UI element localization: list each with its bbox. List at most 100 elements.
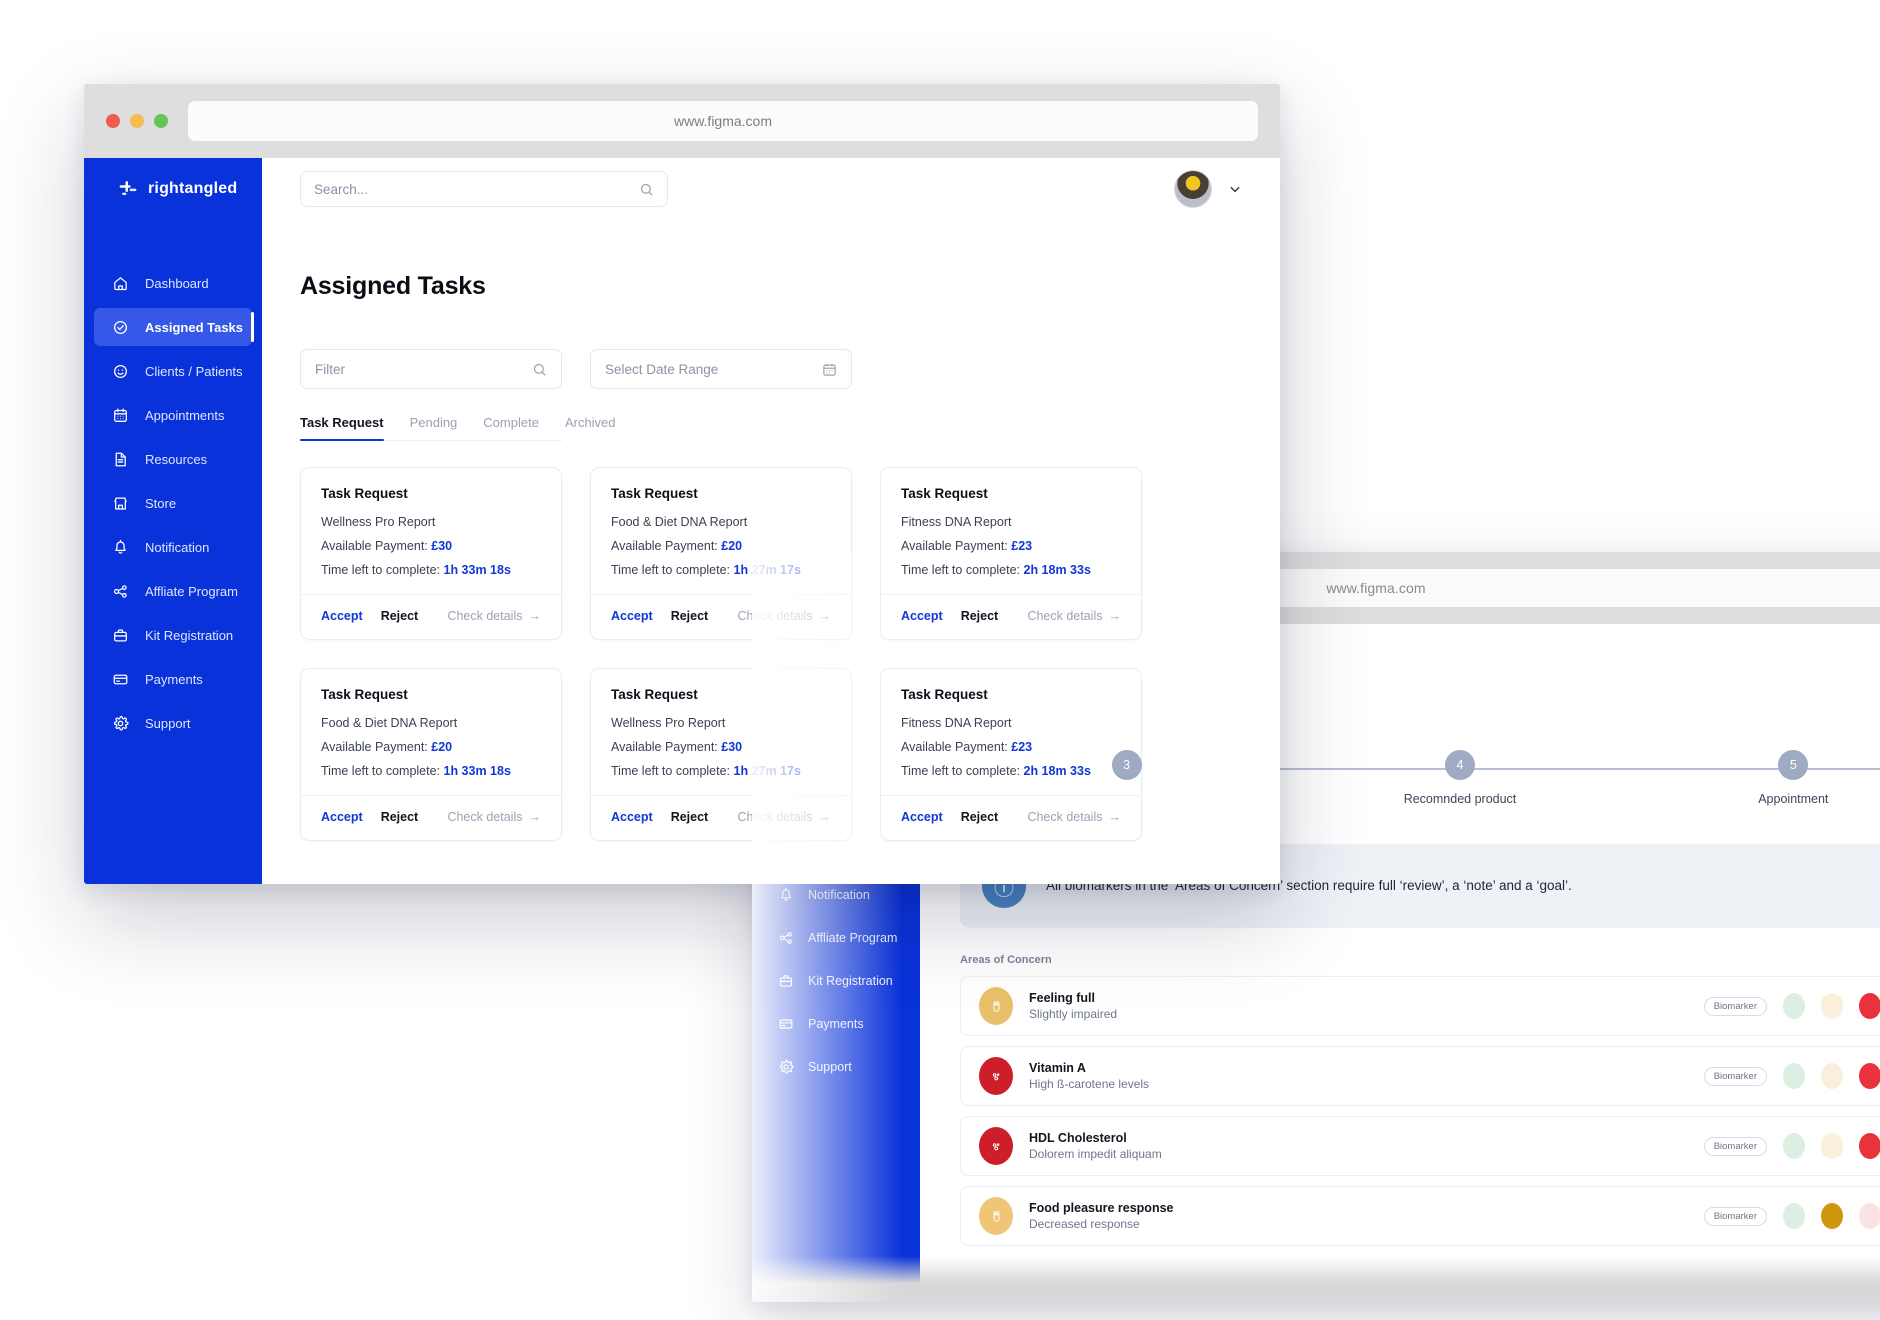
filter-input[interactable]: [315, 361, 524, 377]
sidebar-nav: Dashboard Assigned Tasks Clients / Patient…: [84, 264, 262, 742]
date-range-box[interactable]: [590, 349, 852, 389]
status-dot[interactable]: [1821, 993, 1843, 1019]
briefcase-icon: [114, 628, 127, 642]
card-payment-row: Available Payment: £23: [901, 740, 1121, 754]
tab-archived[interactable]: Archived: [565, 415, 616, 440]
card-time-row: Time left to complete: 1h 27m 17s: [611, 764, 831, 778]
foreground-browser-window[interactable]: www.figma.com rightangled Dashboard Assig…: [84, 84, 1280, 884]
url-bar[interactable]: www.figma.com: [188, 101, 1258, 141]
accept-button[interactable]: Accept: [321, 609, 363, 623]
biomarker-row[interactable]: Food pleasure response Decreased response…: [960, 1186, 1880, 1246]
sidebar-item-label: Appointments: [145, 407, 225, 423]
calendar-icon: [823, 363, 836, 376]
biomarker-texts: Food pleasure response Decreased response: [1029, 1201, 1688, 1231]
sidebar-item-kit-registration[interactable]: Kit Registration: [94, 616, 252, 654]
top-header: [262, 158, 1280, 220]
status-dot[interactable]: [1783, 1063, 1805, 1089]
accept-button[interactable]: Accept: [611, 810, 653, 824]
avatar[interactable]: [1174, 170, 1212, 208]
status-dot[interactable]: [1783, 1133, 1805, 1159]
back-sidebar-item-kit-registration[interactable]: Kit Registration: [764, 963, 908, 999]
minimize-window-dot[interactable]: [130, 114, 144, 128]
accept-button[interactable]: Accept: [611, 609, 653, 623]
check-details-link[interactable]: Check details →: [737, 810, 831, 824]
stepper-step[interactable]: 5 Appointment: [1627, 750, 1880, 814]
tab-task-request[interactable]: Task Request: [300, 415, 384, 441]
reject-button[interactable]: Reject: [961, 609, 999, 623]
status-dot[interactable]: [1859, 1133, 1880, 1159]
filter-box[interactable]: [300, 349, 562, 389]
sidebar-item-payments[interactable]: Payments: [94, 660, 252, 698]
card-report-name: Fitness DNA Report: [901, 515, 1012, 529]
biomarker-desc: Slightly impaired: [1029, 1007, 1118, 1021]
status-dot[interactable]: [1859, 993, 1880, 1019]
task-request-card[interactable]: Task Request Fitness DNA Report Available …: [880, 467, 1142, 640]
status-dot[interactable]: [1821, 1063, 1843, 1089]
stepper-number: 3: [1111, 750, 1142, 780]
reject-button[interactable]: Reject: [671, 609, 709, 623]
stepper-label: Appointment: [1758, 792, 1829, 806]
payment-value: £23: [1011, 740, 1033, 754]
card-body: Task Request Fitness DNA Report Available …: [881, 669, 1141, 795]
biomarker-texts: HDL Cholesterol Dolorem impedit aliquam: [1029, 1131, 1688, 1161]
biomarker-row[interactable]: HDL Cholesterol Dolorem impedit aliquam Bi…: [960, 1116, 1880, 1176]
status-dot[interactable]: [1783, 993, 1805, 1019]
gear-icon: [113, 715, 129, 731]
sidebar-item-store[interactable]: Store: [94, 484, 252, 522]
window-controls[interactable]: [106, 114, 168, 128]
reject-button[interactable]: Reject: [381, 810, 419, 824]
bell-icon: [781, 887, 791, 901]
task-request-card[interactable]: Task Request Wellness Pro Report Available…: [590, 668, 852, 841]
search-input[interactable]: [314, 181, 631, 197]
accept-button[interactable]: Accept: [321, 810, 363, 824]
sidebar-item-affliate-program[interactable]: Affliate Program: [94, 572, 252, 610]
tab-complete[interactable]: Complete: [483, 415, 539, 440]
accept-button[interactable]: Accept: [901, 810, 943, 824]
check-details-link[interactable]: Check details →: [1027, 810, 1121, 824]
reject-button[interactable]: Reject: [671, 810, 709, 824]
brand[interactable]: rightangled: [84, 158, 262, 220]
reject-button[interactable]: Reject: [961, 810, 999, 824]
page-title: Assigned Tasks: [300, 272, 486, 300]
biomarker-row[interactable]: Feeling fullSlightly impairedBiomarkerSt…: [960, 976, 1880, 1036]
reject-button[interactable]: Reject: [381, 609, 419, 623]
time-value: 1h 33m 18s: [443, 563, 511, 577]
task-request-card[interactable]: Task Request Wellness Pro Report Available…: [300, 467, 562, 640]
time-value: 1h 33m 18s: [443, 764, 511, 778]
back-sidebar-item-support[interactable]: Support: [764, 1049, 908, 1085]
task-request-card[interactable]: Task Request Food & Diet DNA Report Availa…: [590, 467, 852, 640]
sidebar-item-notification[interactable]: Notification: [94, 528, 252, 566]
sidebar-item-dashboard[interactable]: Dashboard: [94, 264, 252, 302]
accept-button[interactable]: Accept: [901, 609, 943, 623]
status-dot[interactable]: [1783, 1203, 1805, 1229]
check-details-link[interactable]: Check details →: [447, 609, 541, 623]
back-sidebar-item-affliate-program[interactable]: Affliate Program: [764, 920, 908, 956]
search-box[interactable]: [300, 171, 668, 207]
date-range-input[interactable]: [605, 361, 814, 377]
sidebar-item-clients-patients[interactable]: Clients / Patients: [94, 352, 252, 390]
status-dot[interactable]: [1859, 1063, 1880, 1089]
status-dot[interactable]: [1821, 1203, 1843, 1229]
status-dot[interactable]: [1821, 1133, 1843, 1159]
card-body: Task Request Wellness Pro Report Available…: [591, 669, 851, 795]
stepper-step[interactable]: 4 Recomnded product: [1293, 750, 1626, 814]
card-actions: Accept Reject Check details →: [881, 594, 1141, 639]
sidebar-item-support[interactable]: Support: [94, 704, 252, 742]
sidebar-item-label: Assigned Tasks: [145, 319, 244, 335]
time-label: Time left to complete:: [611, 563, 734, 577]
sidebar-item-resources[interactable]: Resources: [94, 440, 252, 478]
close-window-dot[interactable]: [106, 114, 120, 128]
check-details-link[interactable]: Check details →: [737, 609, 831, 623]
status-dot[interactable]: [1859, 1203, 1880, 1229]
task-request-card[interactable]: Task Request Food & Diet DNA Report Availa…: [300, 668, 562, 841]
check-details-link[interactable]: Check details →: [1027, 609, 1121, 623]
check-details-link[interactable]: Check details →: [447, 810, 541, 824]
tab-pending[interactable]: Pending: [410, 415, 458, 440]
task-request-card[interactable]: Task Request Fitness DNA Report Available …: [880, 668, 1142, 841]
sidebar-item-assigned-tasks[interactable]: Assigned Tasks: [94, 308, 254, 346]
maximize-window-dot[interactable]: [154, 114, 168, 128]
sidebar-item-appointments[interactable]: Appointments: [94, 396, 252, 434]
biomarker-row[interactable]: Vitamin A High ß-carotene levels Biomarker…: [960, 1046, 1880, 1106]
chevron-down-icon[interactable]: [1228, 182, 1242, 196]
back-sidebar-item-payments[interactable]: Payments: [764, 1006, 908, 1042]
